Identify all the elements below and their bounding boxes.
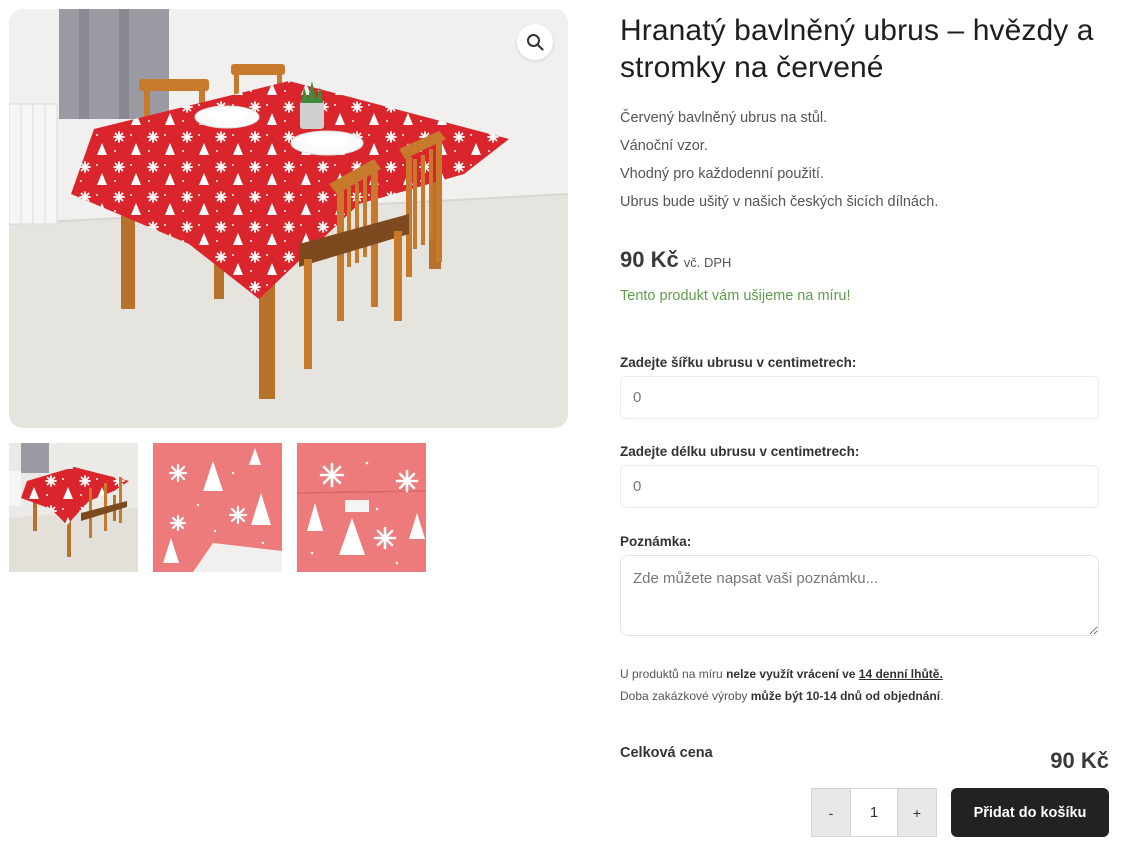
fabric-corner-thumbnail-image xyxy=(153,443,282,572)
quantity-input[interactable] xyxy=(851,788,897,837)
quantity-stepper: - + xyxy=(811,788,937,837)
production-time-prefix: Doba zakázkové výroby xyxy=(620,689,751,703)
magnifier-icon xyxy=(527,34,544,51)
quantity-increase-button[interactable]: + xyxy=(897,788,937,837)
return-policy-bold: nelze využít vrácení ve xyxy=(726,667,859,681)
length-input[interactable] xyxy=(620,465,1099,508)
return-policy-line: U produktů na míru nelze využít vrácení … xyxy=(620,663,943,685)
width-label: Zadejte šířku ubrusu v centimetrech: xyxy=(620,355,857,370)
thumbnail-table-scene[interactable] xyxy=(9,443,138,572)
production-time-suffix: . xyxy=(940,689,944,703)
production-time-line: Doba zakázkové výroby může být 10-14 dnů… xyxy=(620,685,943,707)
add-to-cart-button[interactable]: Přidat do košíku xyxy=(951,788,1109,837)
return-policy-prefix: U produktů na míru xyxy=(620,667,727,681)
note-textarea[interactable] xyxy=(620,555,1099,636)
return-policy-link[interactable]: 14 denní lhůtě. xyxy=(859,667,943,681)
thumbnail-fabric-detail[interactable] xyxy=(297,443,426,572)
thumbnail-fabric-corner[interactable] xyxy=(153,443,282,572)
zoom-button[interactable] xyxy=(517,24,553,60)
quantity-decrease-button[interactable]: - xyxy=(811,788,851,837)
table-scene-thumbnail-image xyxy=(9,443,138,572)
thumbnail-strip xyxy=(9,443,426,572)
note-label: Poznámka: xyxy=(620,534,692,549)
table-scene-image xyxy=(9,9,568,428)
length-label: Zadejte délku ubrusu v centimetrech: xyxy=(620,444,860,459)
custom-order-info: U produktů na míru nelze využít vrácení … xyxy=(620,663,943,707)
width-input[interactable] xyxy=(620,376,1099,419)
order-form: Zadejte šířku ubrusu v centimetrech: Zad… xyxy=(620,12,1110,842)
total-price-value: 90 Kč xyxy=(1050,748,1109,773)
fabric-detail-thumbnail-image xyxy=(297,443,426,572)
total-price-label: Celková cena xyxy=(620,745,713,761)
main-product-image[interactable] xyxy=(9,9,568,428)
production-time-bold: může být 10-14 dnů od objednání xyxy=(750,689,941,703)
